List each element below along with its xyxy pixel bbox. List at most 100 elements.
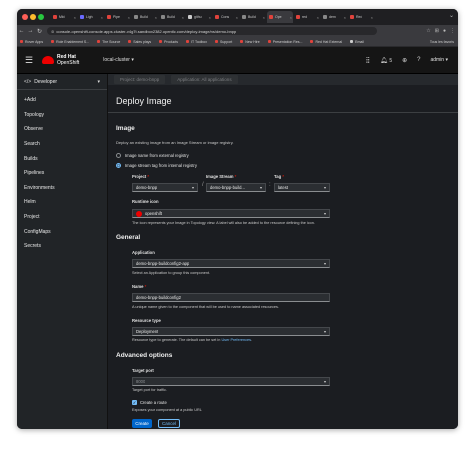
browser-tab[interactable]: Red ×	[348, 11, 374, 23]
maximize-window-button[interactable]	[38, 14, 44, 20]
image-stream-label-text: Image Stream	[206, 174, 234, 179]
notifications-button[interactable]: 🔔︎ 5	[380, 57, 392, 64]
tab-close-icon[interactable]: ×	[101, 15, 103, 20]
tab-close-icon[interactable]: ×	[209, 15, 211, 20]
bookmark-item[interactable]: New Hire	[240, 40, 260, 44]
sidebar-item[interactable]: Search	[17, 137, 107, 152]
bookmark-item[interactable]: Sales plays	[128, 40, 151, 44]
quick-create-icon[interactable]: ⊕	[402, 57, 407, 64]
tab-close-icon[interactable]: ×	[344, 15, 346, 20]
sidebar-item[interactable]: Environments	[17, 181, 107, 196]
browser-menu-icon[interactable]: ⋮	[450, 28, 455, 34]
user-preferences-link[interactable]: User Preferences	[221, 338, 251, 342]
bookmark-item[interactable]: IT Toolbox	[185, 40, 207, 44]
url-field[interactable]: ⊜ console-openshift-console.apps.cluster…	[47, 27, 377, 35]
target-port-helper: Target port for traffic.	[132, 388, 167, 392]
sidebar-item[interactable]: Helm	[17, 195, 107, 210]
application-selector[interactable]: Application: All applications	[171, 75, 238, 84]
bookmark-item[interactable]: Products	[159, 40, 178, 44]
masthead: ☰ Red Hat OpenShift local-cluster ▾ ⣿ 🔔︎…	[17, 47, 458, 74]
forward-icon[interactable]: →	[26, 28, 35, 34]
bookmark-label: Products	[164, 39, 178, 44]
sidebar-item[interactable]: Secrets	[17, 239, 107, 254]
radio-internal-registry[interactable]: Image stream tag from internal registry	[116, 163, 197, 168]
bookmark-item[interactable]: Support	[215, 40, 232, 44]
sidebar-item[interactable]: Builds	[17, 151, 107, 166]
extensions-icon[interactable]: ⊞	[435, 28, 439, 34]
bookmark-item[interactable]: The Source	[97, 40, 120, 44]
url-text: console-openshift-console.apps.cluster-v…	[56, 28, 237, 34]
cancel-button[interactable]: Cancel	[158, 419, 180, 428]
back-icon[interactable]: ←	[17, 28, 26, 34]
close-window-button[interactable]	[22, 14, 28, 20]
sidebar-item[interactable]: Topology	[17, 108, 107, 123]
all-bookmarks-link[interactable]: Tous les favoris	[430, 40, 454, 44]
tab-close-icon[interactable]: ×	[371, 15, 373, 20]
tab-label: Cons	[221, 15, 230, 19]
sidebar-item[interactable]: Observe	[17, 122, 107, 137]
application-select[interactable]: demo-bnpp-buildconfig2-app ▾	[132, 259, 330, 268]
user-menu[interactable]: admin ▾	[430, 57, 448, 63]
radio-internal-indicator[interactable]	[116, 163, 121, 168]
target-port-select[interactable]: 8000 ▾	[132, 377, 330, 386]
caret-down-icon: ▾	[323, 379, 326, 384]
image-stream-label: Image Stream *	[206, 174, 236, 179]
tab-close-icon[interactable]: ×	[128, 15, 130, 20]
create-button[interactable]: Create	[132, 419, 152, 428]
sidebar-item[interactable]: ConfigMaps	[17, 224, 107, 239]
hamburger-menu-icon[interactable]: ☰	[25, 55, 39, 66]
browser-tab[interactable]: Build ×	[159, 11, 185, 23]
name-input[interactable]: demo-bnpp-buildconfig2	[132, 293, 330, 302]
checkmark-icon[interactable]: ✓	[132, 400, 137, 405]
radio-external-indicator[interactable]	[116, 153, 121, 158]
bookmark-item[interactable]: Email	[350, 40, 364, 44]
tag-select[interactable]: latest ▾	[274, 183, 330, 192]
image-stream-select[interactable]: demo-bnpp-build... ▾	[206, 183, 266, 192]
brand-logo[interactable]: Red Hat OpenShift	[42, 54, 79, 66]
help-icon[interactable]: ?	[417, 57, 420, 63]
reload-icon[interactable]: ↻	[35, 28, 44, 35]
browser-tab[interactable]: Mkt ×	[51, 11, 77, 23]
project-select[interactable]: demo-bnpp ▾	[132, 183, 198, 192]
browser-tab[interactable]: Pipe ×	[105, 11, 131, 23]
tag-select-value: latest	[278, 185, 289, 190]
cluster-selector[interactable]: local-cluster ▾	[103, 57, 134, 63]
browser-tab[interactable]: Cons ×	[213, 11, 239, 23]
browser-tab[interactable]: dem ×	[321, 11, 347, 23]
brand-text: Red Hat OpenShift	[57, 54, 79, 66]
browser-tab[interactable]: Build ×	[240, 11, 266, 23]
bookmark-item[interactable]: Rover Apps	[20, 40, 43, 44]
radio-external-registry[interactable]: Image name from external registry	[116, 153, 189, 158]
runtime-icon-select[interactable]: openshift ▾	[132, 209, 330, 218]
minimize-window-button[interactable]	[30, 14, 36, 20]
resource-type-select[interactable]: Deployment ▾	[132, 327, 330, 336]
perspective-switcher[interactable]: </> Developer ▾	[17, 74, 107, 90]
sidebar-item[interactable]: Project	[17, 210, 107, 225]
tab-close-icon[interactable]: ×	[290, 15, 292, 20]
tab-search-icon[interactable]: ⌄	[449, 12, 454, 19]
site-info-icon[interactable]: ⊜	[51, 29, 54, 34]
sidebar-item[interactable]: Pipelines	[17, 166, 107, 181]
bookmark-item[interactable]: Role Enablement S...	[51, 40, 89, 44]
browser-tab[interactable]: Ope ×	[267, 11, 293, 23]
browser-tab[interactable]: Ligh ×	[78, 11, 104, 23]
tab-close-icon[interactable]: ×	[263, 15, 265, 20]
browser-tab[interactable]: Build ×	[132, 11, 158, 23]
tab-close-icon[interactable]: ×	[182, 15, 184, 20]
create-route-checkbox[interactable]: ✓ Create a route	[132, 400, 167, 405]
profile-icon[interactable]: ●	[443, 28, 446, 34]
bookmark-item[interactable]: Presentation Res...	[267, 40, 302, 44]
project-selector[interactable]: Project: demo-bnpp	[114, 75, 166, 84]
tab-favicon-icon	[53, 15, 57, 19]
bookmark-list: Rover Apps Role Enablement S... The Source…	[20, 40, 372, 44]
sidebar-item[interactable]: +Add	[17, 93, 107, 108]
bookmark-item[interactable]: Red Hat External	[310, 40, 342, 44]
browser-tab[interactable]: githu ×	[186, 11, 212, 23]
browser-tab[interactable]: red ×	[294, 11, 320, 23]
app-launcher-icon[interactable]: ⣿	[366, 57, 370, 64]
bookmark-star-icon[interactable]: ☆	[426, 28, 430, 34]
tab-close-icon[interactable]: ×	[74, 15, 76, 20]
tab-close-icon[interactable]: ×	[317, 15, 319, 20]
tab-close-icon[interactable]: ×	[155, 15, 157, 20]
tab-close-icon[interactable]: ×	[236, 15, 238, 20]
